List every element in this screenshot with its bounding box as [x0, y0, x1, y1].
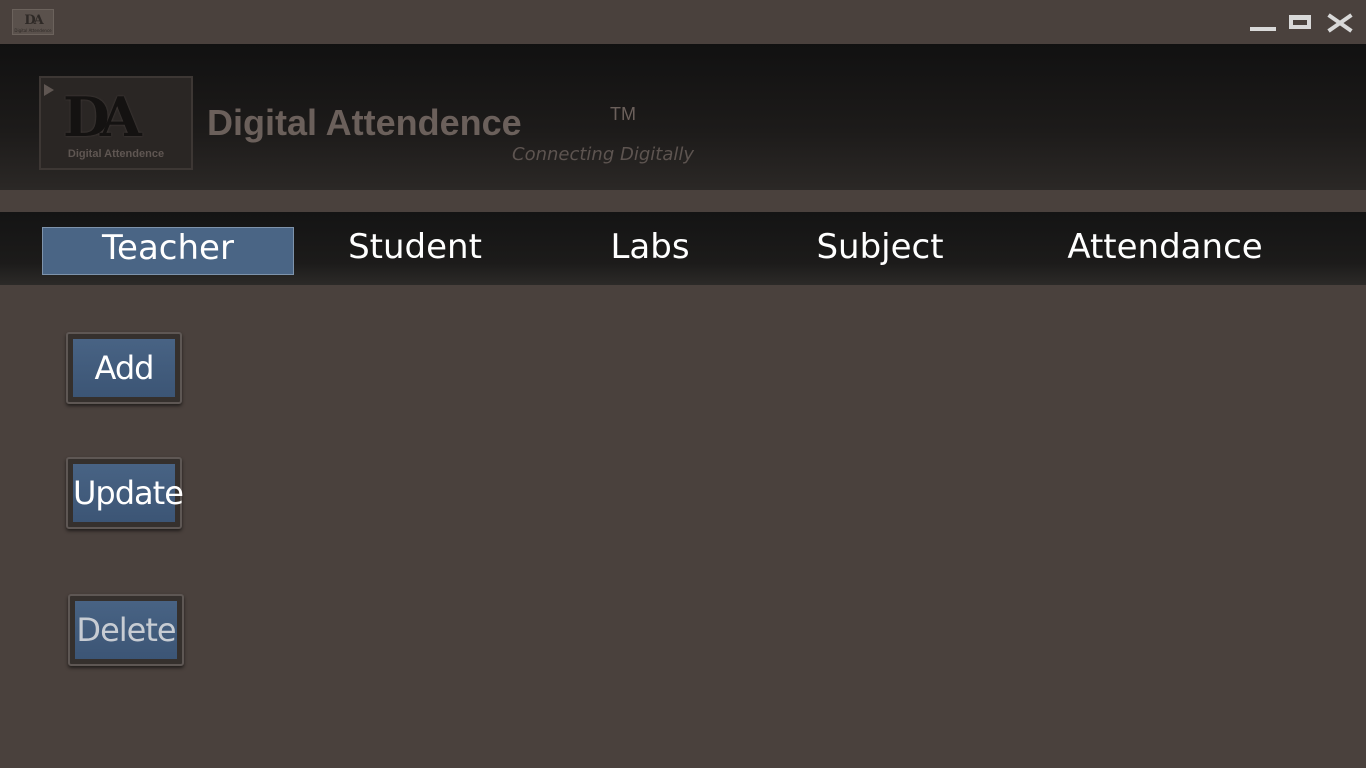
add-button-label: Add — [73, 339, 175, 397]
brand-title: Digital Attendence — [207, 102, 522, 143]
tab-teacher[interactable]: Teacher — [42, 227, 294, 275]
app-icon-caption: Digital Attendence — [14, 28, 52, 33]
delete-button[interactable]: Delete — [68, 594, 184, 666]
tab-student[interactable]: Student — [320, 227, 510, 275]
brand-tagline: Connecting Digitally — [512, 144, 695, 165]
logo-arrow-icon — [44, 84, 54, 96]
tab-subject[interactable]: Subject — [800, 227, 960, 275]
update-button-label: Update — [73, 464, 184, 522]
app-logo-icon[interactable]: DA Digital Attendence — [12, 9, 54, 35]
app-icon-letters: DA — [24, 13, 43, 28]
logo-caption: Digital Attendence — [67, 148, 165, 160]
logo-letters: DA — [63, 85, 142, 149]
brand-logo: DA Digital Attendence — [39, 76, 193, 170]
main-nav: Teacher Student Labs Subject Attendance — [0, 212, 1366, 285]
minimize-icon[interactable] — [1248, 10, 1278, 34]
maximize-icon[interactable] — [1287, 10, 1317, 34]
title-bar: DA Digital Attendence — [0, 0, 1366, 44]
trademark-mark: TM — [610, 104, 636, 124]
tab-labs[interactable]: Labs — [570, 227, 730, 275]
tab-attendance[interactable]: Attendance — [1040, 227, 1290, 275]
close-icon[interactable] — [1324, 10, 1354, 34]
update-button[interactable]: Update — [66, 457, 184, 529]
delete-button-label: Delete — [75, 601, 177, 659]
add-button[interactable]: Add — [66, 332, 182, 404]
header-banner: DA Digital Attendence Digital Attendence… — [0, 44, 1366, 190]
